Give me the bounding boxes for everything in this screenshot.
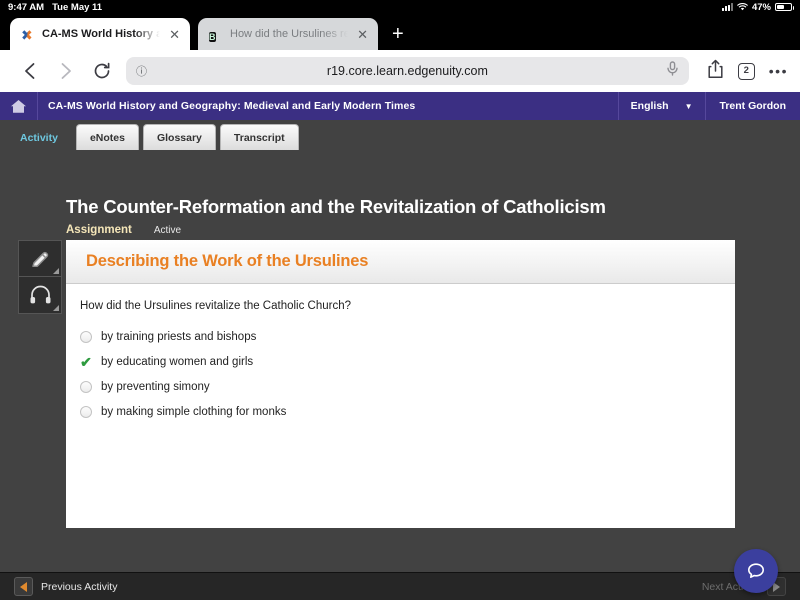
option-row[interactable]: by making simple clothing for monks — [80, 399, 735, 424]
language-label: English — [630, 100, 669, 112]
chat-bubble-icon[interactable] — [734, 549, 778, 593]
audio-tool[interactable] — [18, 277, 62, 314]
share-icon[interactable] — [707, 59, 724, 84]
forward-button[interactable] — [48, 56, 84, 86]
status-time: 9:47 AM — [8, 1, 45, 13]
option-label: by educating women and girls — [101, 355, 254, 368]
tool-palette — [18, 240, 62, 314]
highlighter-tool[interactable] — [18, 240, 62, 277]
option-row[interactable]: by training priests and bishops — [80, 324, 735, 349]
battery-icon — [775, 3, 794, 11]
status-date: Tue May 11 — [52, 1, 103, 13]
browser-toolbar: ⓘ r19.core.learn.edgenuity.com 2 ••• — [0, 50, 800, 92]
tab-enotes[interactable]: eNotes — [75, 124, 139, 150]
cellular-signal-icon — [721, 3, 733, 11]
check-icon: ✔ — [80, 353, 92, 370]
previous-activity-button[interactable]: Previous Activity — [0, 577, 117, 596]
browser-tab-strip: ✖ CA-MS World History and ✕ B How did th… — [0, 14, 800, 50]
tab-transcript[interactable]: Transcript — [219, 124, 299, 150]
card-header: Describing the Work of the Ursulines — [66, 240, 735, 284]
address-bar[interactable]: ⓘ r19.core.learn.edgenuity.com — [126, 57, 689, 85]
lesson-meta: Assignment Active — [66, 224, 181, 236]
tab-glossary[interactable]: Glossary — [142, 124, 216, 150]
activity-card: Describing the Work of the Ursulines How… — [66, 240, 735, 528]
question-text: How did the Ursulines revitalize the Cat… — [80, 300, 352, 312]
home-icon[interactable] — [0, 92, 38, 120]
course-title: CA-MS World History and Geography: Medie… — [48, 100, 416, 112]
tablet-screen: 9:47 AM Tue May 11 47% ✖ CA-MS World His… — [0, 0, 800, 600]
option-row-selected[interactable]: ✔ by educating women and girls — [80, 349, 735, 374]
previous-activity-label: Previous Activity — [41, 580, 118, 593]
app-header: CA-MS World History and Geography: Medie… — [0, 92, 800, 120]
brainly-b-favicon: B — [209, 32, 216, 42]
option-label: by training priests and bishops — [101, 330, 257, 343]
close-icon[interactable]: ✕ — [167, 28, 182, 41]
arrow-left-icon — [14, 577, 33, 596]
option-row[interactable]: by preventing simony — [80, 374, 735, 399]
back-button[interactable] — [12, 56, 48, 86]
browser-tab-inactive[interactable]: B How did the Ursulines rev ✕ — [198, 18, 378, 50]
browser-tab-title: How did the Ursulines rev — [230, 28, 349, 40]
microphone-icon[interactable] — [666, 61, 679, 81]
page-title: The Counter-Reformation and the Revitali… — [66, 196, 606, 217]
new-tab-button[interactable]: + — [392, 24, 404, 44]
wifi-icon — [736, 3, 748, 11]
bottom-navigation-bar: Previous Activity Next Activity — [0, 572, 800, 600]
radio-button-icon[interactable] — [80, 330, 92, 343]
tab-count-button[interactable]: 2 — [737, 62, 755, 80]
language-selector[interactable]: English ▼ — [617, 92, 705, 120]
option-label: by making simple clothing for monks — [101, 405, 287, 418]
answer-options: by training priests and bishops ✔ by edu… — [66, 312, 735, 424]
status-badge: Active — [153, 225, 182, 236]
tab-activity[interactable]: Activity — [6, 124, 72, 150]
radio-button-icon[interactable] — [80, 405, 92, 418]
edgenuity-x-favicon: ✖ — [21, 28, 33, 44]
reload-button[interactable] — [84, 56, 120, 86]
page-settings-icon[interactable]: ⓘ — [136, 63, 147, 79]
assignment-label: Assignment — [66, 224, 132, 236]
card-heading: Describing the Work of the Ursulines — [86, 252, 369, 270]
browser-tab-title: CA-MS World History and — [42, 28, 161, 40]
lesson-content: The Counter-Reformation and the Revitali… — [0, 156, 800, 572]
battery-percent: 47% — [751, 1, 771, 13]
activity-tab-bar: Activity eNotes Glossary Transcript — [0, 120, 800, 156]
ios-status-bar: 9:47 AM Tue May 11 47% — [0, 0, 800, 14]
close-icon[interactable]: ✕ — [355, 28, 370, 41]
option-label: by preventing simony — [101, 380, 210, 393]
more-options-button[interactable]: ••• — [769, 64, 788, 78]
url-text: r19.core.learn.edgenuity.com — [326, 64, 488, 78]
chevron-down-icon: ▼ — [684, 101, 693, 111]
browser-tab-active[interactable]: ✖ CA-MS World History and ✕ — [10, 18, 190, 50]
user-menu[interactable]: Trent Gordon — [704, 92, 800, 120]
user-name: Trent Gordon — [719, 100, 787, 112]
radio-button-icon[interactable] — [80, 380, 92, 393]
